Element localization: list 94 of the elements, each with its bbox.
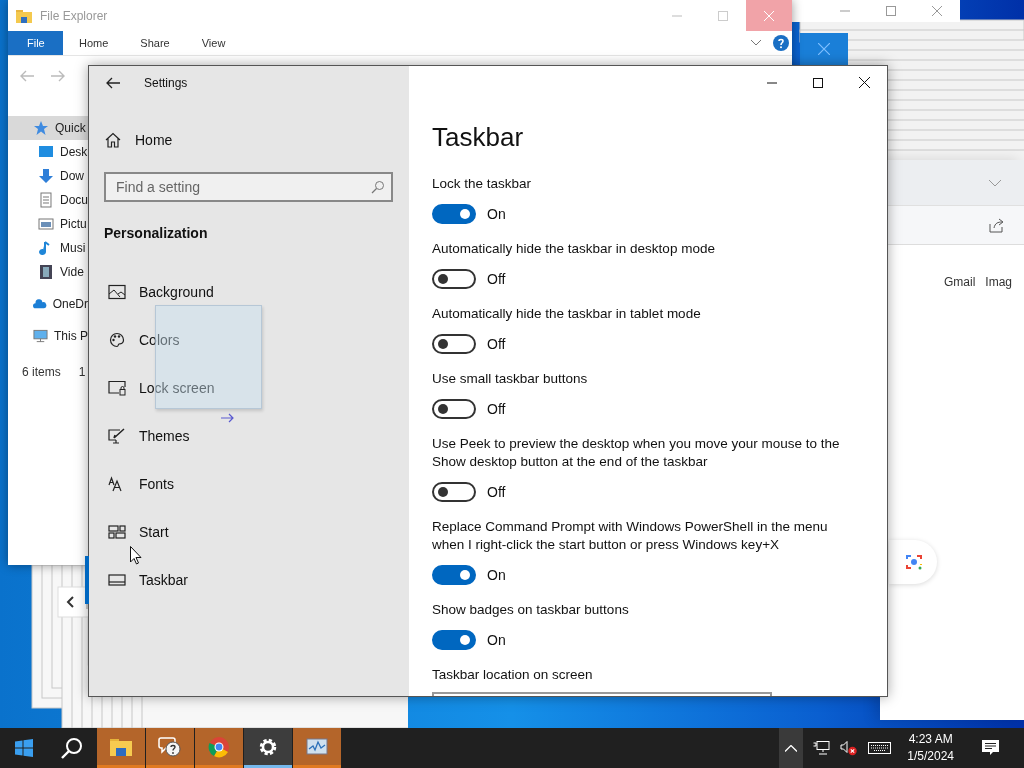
nav-item[interactable]: Start [85, 508, 409, 556]
star-icon [33, 120, 49, 136]
nav-item[interactable]: Dow [8, 164, 88, 188]
setting-label: Replace Command Prompt with Windows PowerShell in the menu when I right-click the start button or press Windows key+X [432, 518, 829, 554]
status-text: 1 [78, 365, 86, 379]
nav-item[interactable]: OneDr [8, 292, 88, 316]
toggle-switch[interactable] [432, 630, 476, 650]
taskbar-icon [108, 572, 126, 588]
windows-logo-icon [15, 739, 33, 757]
chevron-down-icon[interactable] [751, 40, 761, 46]
monitor-icon [305, 735, 329, 758]
nav-item[interactable]: Lock screen [85, 364, 409, 412]
toggle-switch[interactable] [432, 269, 476, 289]
home-nav-item[interactable]: Home [89, 130, 409, 150]
lens-icon[interactable] [905, 553, 923, 571]
setting-label: Use Peek to preview the desktop when you move your mouse to the Show desktop button at the end of the taskbar [432, 435, 841, 471]
picture-icon [108, 284, 126, 300]
maximize-icon [813, 77, 823, 88]
themes-icon [108, 428, 126, 444]
video-icon [38, 264, 54, 280]
nav-item[interactable]: Themes [85, 412, 409, 460]
clock-date[interactable]: 1/5/2024 [907, 748, 954, 765]
cursor-icon [130, 546, 142, 565]
taskbar-app[interactable] [146, 728, 194, 768]
header-link[interactable]: Gmail [944, 275, 976, 289]
toggle-state: On [487, 567, 506, 583]
nav-item[interactable]: Pictu [8, 212, 88, 236]
close-icon [764, 10, 774, 21]
setting-label: Automatically hide the taskbar in tablet mode [432, 305, 702, 323]
toggle-state: On [487, 206, 506, 222]
setting-label: Lock the taskbar [432, 175, 533, 193]
header-link[interactable]: Imag [985, 275, 1013, 289]
help-icon[interactable] [773, 35, 789, 51]
taskbar-app[interactable] [244, 728, 292, 768]
nav-item[interactable]: Desk [8, 140, 88, 164]
nav-item[interactable]: Fonts [85, 460, 409, 508]
toggle-switch[interactable] [432, 482, 476, 502]
network-icon[interactable] [813, 741, 831, 755]
status-text: 6 items [22, 365, 61, 379]
window-title: Settings [144, 75, 188, 90]
feedback-icon [158, 735, 182, 758]
folder-icon [16, 8, 32, 23]
nav-item[interactable]: Docu [8, 188, 88, 212]
setting-label: Use small taskbar buttons [432, 370, 589, 388]
close-icon [858, 77, 870, 88]
section-heading: Personalization [103, 225, 209, 241]
nav-item[interactable]: Quick [8, 116, 88, 140]
clock-time[interactable]: 4:23 AM [908, 731, 953, 748]
palette-icon [108, 332, 126, 348]
desktop-icon [38, 144, 54, 160]
chrome-icon [207, 735, 231, 758]
close-icon [932, 6, 942, 16]
setting-label: Taskbar location on screen [432, 666, 594, 684]
toggle-state: On [487, 632, 506, 648]
toggle-switch[interactable] [432, 334, 476, 354]
setting-label: Show badges on taskbar buttons [432, 601, 630, 619]
search-icon [371, 180, 385, 194]
ribbon-tab[interactable]: View [185, 31, 242, 55]
notification-icon[interactable] [982, 740, 999, 756]
toggle-switch[interactable] [432, 204, 476, 224]
start-icon [108, 524, 126, 540]
share-icon[interactable] [989, 217, 1005, 233]
pc-icon [33, 328, 48, 344]
pictures-icon [38, 216, 54, 232]
lock-icon [108, 380, 126, 396]
toggle-state: Off [487, 401, 506, 417]
maximize-icon [886, 6, 896, 16]
nav-item[interactable]: Vide [8, 260, 88, 284]
back-arrow-icon[interactable] [106, 76, 120, 89]
maximize-icon [718, 10, 728, 21]
nav-item[interactable]: This P [8, 324, 88, 348]
arrow-icon [221, 413, 234, 423]
home-icon [105, 132, 121, 148]
search-bar[interactable] [889, 540, 937, 584]
page-title: Taskbar [432, 121, 525, 154]
close-icon [818, 43, 830, 55]
document-icon [38, 192, 54, 208]
toggle-switch[interactable] [432, 565, 476, 585]
toggle-state: Off [487, 336, 506, 352]
speaker-muted-icon[interactable] [840, 740, 859, 756]
toggle-state: Off [487, 484, 506, 500]
ribbon-tab[interactable]: Home [63, 31, 125, 55]
download-icon [38, 168, 54, 184]
keyboard-icon[interactable] [868, 742, 892, 754]
search-icon [61, 737, 83, 759]
toggle-state: Off [487, 271, 506, 287]
search-field[interactable]: Find a setting [104, 172, 393, 202]
toggle-switch[interactable] [432, 399, 476, 419]
setting-label: Automatically hide the taskbar in desktop mode [432, 240, 716, 258]
chevron-up-icon[interactable] [779, 728, 804, 768]
nav-item[interactable]: Musi [8, 236, 88, 260]
window-title: File Explorer [40, 8, 108, 23]
ribbon-tab[interactable]: Share [124, 31, 186, 55]
ribbon-tab[interactable]: File [8, 31, 63, 55]
